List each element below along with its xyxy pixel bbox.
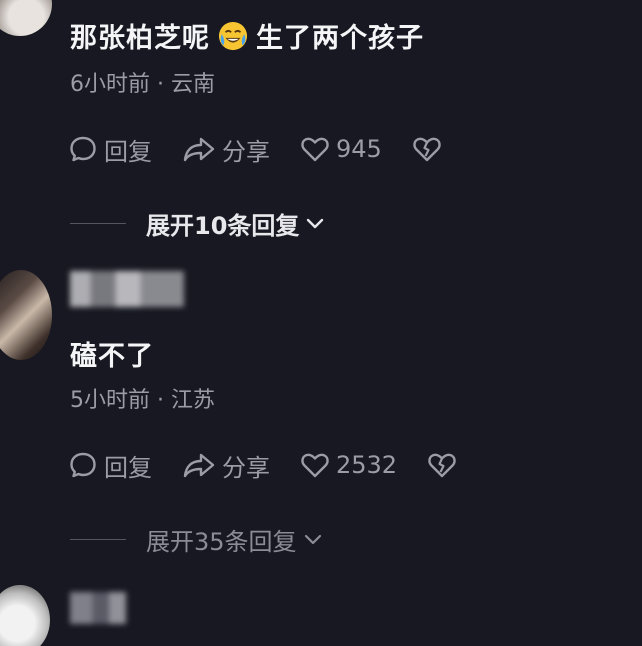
dislike-button[interactable] — [427, 450, 457, 480]
chevron-down-icon — [304, 534, 321, 544]
speech-bubble-icon — [70, 452, 96, 478]
comment-actions: 回复 分享 2532 — [68, 447, 487, 483]
comment-text-part: 生了两个孩子 — [256, 23, 424, 54]
comment-text-part: 那张柏芝呢 — [70, 23, 210, 54]
divider — [70, 539, 126, 540]
comment-meta: 5小时前 · 江苏 — [70, 388, 215, 413]
reply-label: 回复 — [104, 137, 152, 166]
share-button[interactable]: 分享 — [182, 132, 270, 167]
avatar[interactable] — [0, 0, 52, 36]
like-button[interactable]: 945 — [300, 134, 382, 164]
broken-heart-icon — [428, 453, 456, 478]
expand-replies-label: 展开35条回复 — [146, 528, 297, 556]
reply-button[interactable]: 回复 — [68, 132, 152, 167]
divider — [70, 223, 126, 224]
comment-meta: 6小时前 · 云南 — [70, 72, 215, 97]
expand-replies-button[interactable]: 展开10条回复 — [70, 206, 325, 241]
heart-icon — [301, 453, 329, 478]
expand-replies-button[interactable]: 展开35条回复 — [70, 522, 323, 557]
comment-actions: 回复 分享 945 — [68, 131, 472, 167]
comment-text: 那张柏芝呢 生了两个孩子 — [70, 16, 424, 55]
like-count: 945 — [336, 135, 382, 163]
reply-button[interactable]: 回复 — [68, 448, 152, 483]
heart-icon — [301, 137, 329, 162]
share-label: 分享 — [222, 137, 270, 166]
share-label: 分享 — [222, 453, 270, 482]
share-button[interactable]: 分享 — [182, 448, 270, 483]
username-blurred[interactable] — [70, 592, 126, 624]
chevron-down-icon — [307, 218, 324, 228]
comment-text: 磕不了 — [70, 341, 154, 372]
username-blurred[interactable] — [70, 271, 184, 307]
comment-list: 那张柏芝呢 生了两个孩子 6小时前 · 云南 回复 分享 945 展开10条回复… — [0, 0, 642, 646]
broken-heart-icon — [413, 137, 441, 162]
expand-replies-label: 展开10条回复 — [146, 212, 300, 240]
like-count: 2532 — [336, 451, 398, 479]
share-arrow-icon — [183, 453, 215, 478]
avatar[interactable] — [0, 270, 52, 360]
dislike-button[interactable] — [412, 134, 442, 164]
share-arrow-icon — [183, 137, 215, 162]
avatar[interactable] — [0, 585, 50, 646]
like-button[interactable]: 2532 — [300, 450, 397, 480]
speech-bubble-icon — [70, 136, 96, 162]
crying-laughing-emoji-icon — [218, 21, 248, 51]
reply-label: 回复 — [104, 453, 152, 482]
